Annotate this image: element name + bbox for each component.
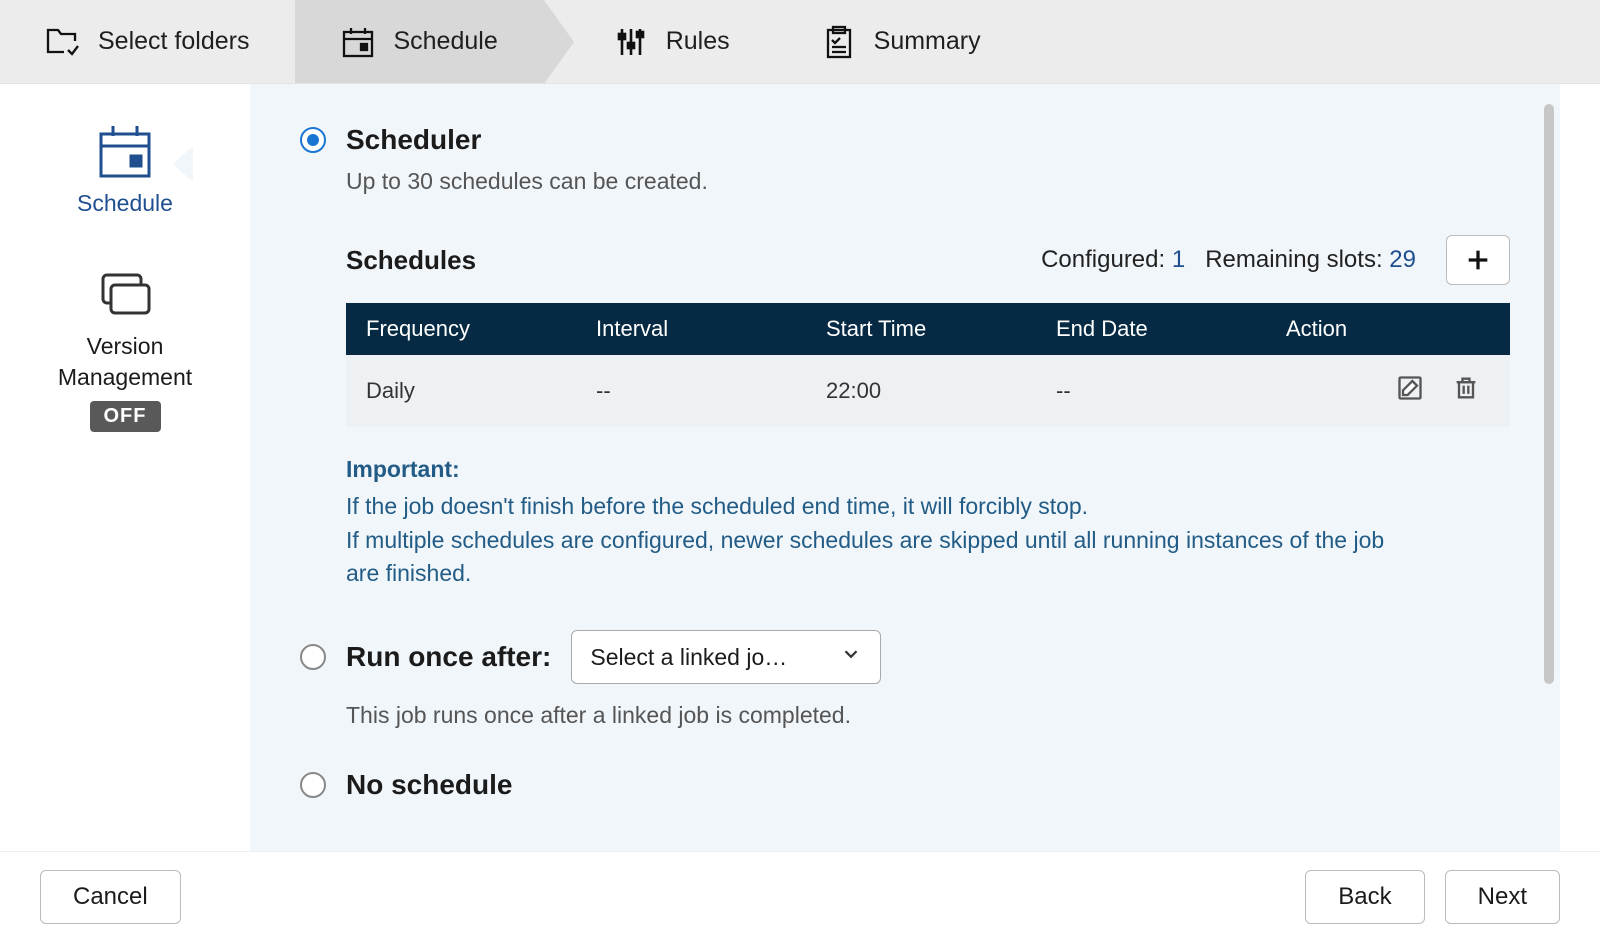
edit-button[interactable] (1396, 374, 1424, 408)
option-run-once-after: Run once after: Select a linked jo… This… (300, 630, 1510, 729)
note-heading: Important: (346, 453, 1416, 486)
option-no-schedule: No schedule (300, 769, 1510, 801)
delete-button[interactable] (1452, 374, 1480, 408)
back-button[interactable]: Back (1305, 870, 1424, 924)
radio-run-once-after[interactable] (300, 644, 326, 670)
step-select-folders[interactable]: Select folders (0, 0, 295, 83)
sidenav-label: Version (87, 333, 164, 360)
side-nav: Schedule Version Management OFF (0, 84, 250, 851)
schedule-panel: Scheduler Up to 30 schedules can be crea… (250, 84, 1560, 851)
cell-actions (1266, 374, 1510, 408)
option-title: Run once after: (346, 641, 551, 673)
note-line: If the job doesn't finish before the sch… (346, 490, 1416, 523)
cell-start-time: 22:00 (806, 378, 1036, 404)
stack-icon (95, 267, 155, 323)
step-rules[interactable]: Rules (544, 0, 776, 83)
cancel-button[interactable]: Cancel (40, 870, 181, 924)
wizard-stepper: Select folders Schedule Rules (0, 0, 1600, 84)
option-subtitle: Up to 30 schedules can be created. (346, 168, 1510, 195)
table-row: Daily -- 22:00 -- (346, 355, 1510, 427)
cell-interval: -- (576, 378, 806, 404)
sidenav-item-schedule[interactable]: Schedule (77, 124, 173, 217)
next-button[interactable]: Next (1445, 870, 1560, 924)
option-title: No schedule (346, 769, 512, 801)
step-summary[interactable]: Summary (776, 0, 1027, 83)
option-title: Scheduler (346, 124, 481, 156)
col-end-date: End Date (1036, 316, 1266, 342)
sidenav-label: Schedule (77, 190, 173, 217)
important-note: Important: If the job doesn't finish bef… (346, 453, 1416, 590)
radio-scheduler[interactable] (300, 127, 326, 153)
sidenav-label: Management (58, 364, 192, 391)
cell-end-date: -- (1036, 378, 1266, 404)
calendar-icon (95, 124, 155, 180)
trash-icon (1452, 374, 1480, 402)
chevron-down-icon (840, 643, 862, 671)
add-schedule-button[interactable] (1446, 235, 1510, 285)
configured-stat: Configured: 1 (1041, 246, 1185, 274)
plus-icon (1464, 246, 1492, 274)
scrollbar-thumb[interactable] (1544, 104, 1554, 684)
schedules-heading: Schedules (346, 245, 1021, 276)
sidenav-item-version-management[interactable]: Version Management OFF (58, 267, 192, 432)
note-line: If multiple schedules are configured, ne… (346, 524, 1416, 591)
step-label: Select folders (98, 27, 249, 56)
calendar-icon (341, 25, 375, 59)
radio-no-schedule[interactable] (300, 772, 326, 798)
schedules-table: Frequency Interval Start Time End Date A… (346, 303, 1510, 427)
clipboard-check-icon (822, 25, 856, 59)
linked-job-select[interactable]: Select a linked jo… (571, 630, 881, 684)
wizard-footer: Cancel Back Next (0, 851, 1600, 941)
edit-icon (1396, 374, 1424, 402)
table-header: Frequency Interval Start Time End Date A… (346, 303, 1510, 355)
folder-check-icon (46, 25, 80, 59)
status-badge-off: OFF (90, 401, 161, 432)
step-label: Rules (666, 27, 730, 56)
cell-frequency: Daily (346, 378, 576, 404)
col-frequency: Frequency (346, 316, 576, 342)
remaining-stat: Remaining slots: 29 (1205, 246, 1416, 274)
col-start-time: Start Time (806, 316, 1036, 342)
col-action: Action (1266, 316, 1510, 342)
option-subtitle: This job runs once after a linked job is… (346, 702, 1510, 729)
step-label: Summary (874, 27, 981, 56)
col-interval: Interval (576, 316, 806, 342)
step-label: Schedule (393, 27, 497, 56)
select-value: Select a linked jo… (590, 644, 787, 671)
option-scheduler: Scheduler Up to 30 schedules can be crea… (300, 124, 1510, 590)
step-schedule[interactable]: Schedule (295, 0, 543, 83)
sliders-icon (614, 25, 648, 59)
